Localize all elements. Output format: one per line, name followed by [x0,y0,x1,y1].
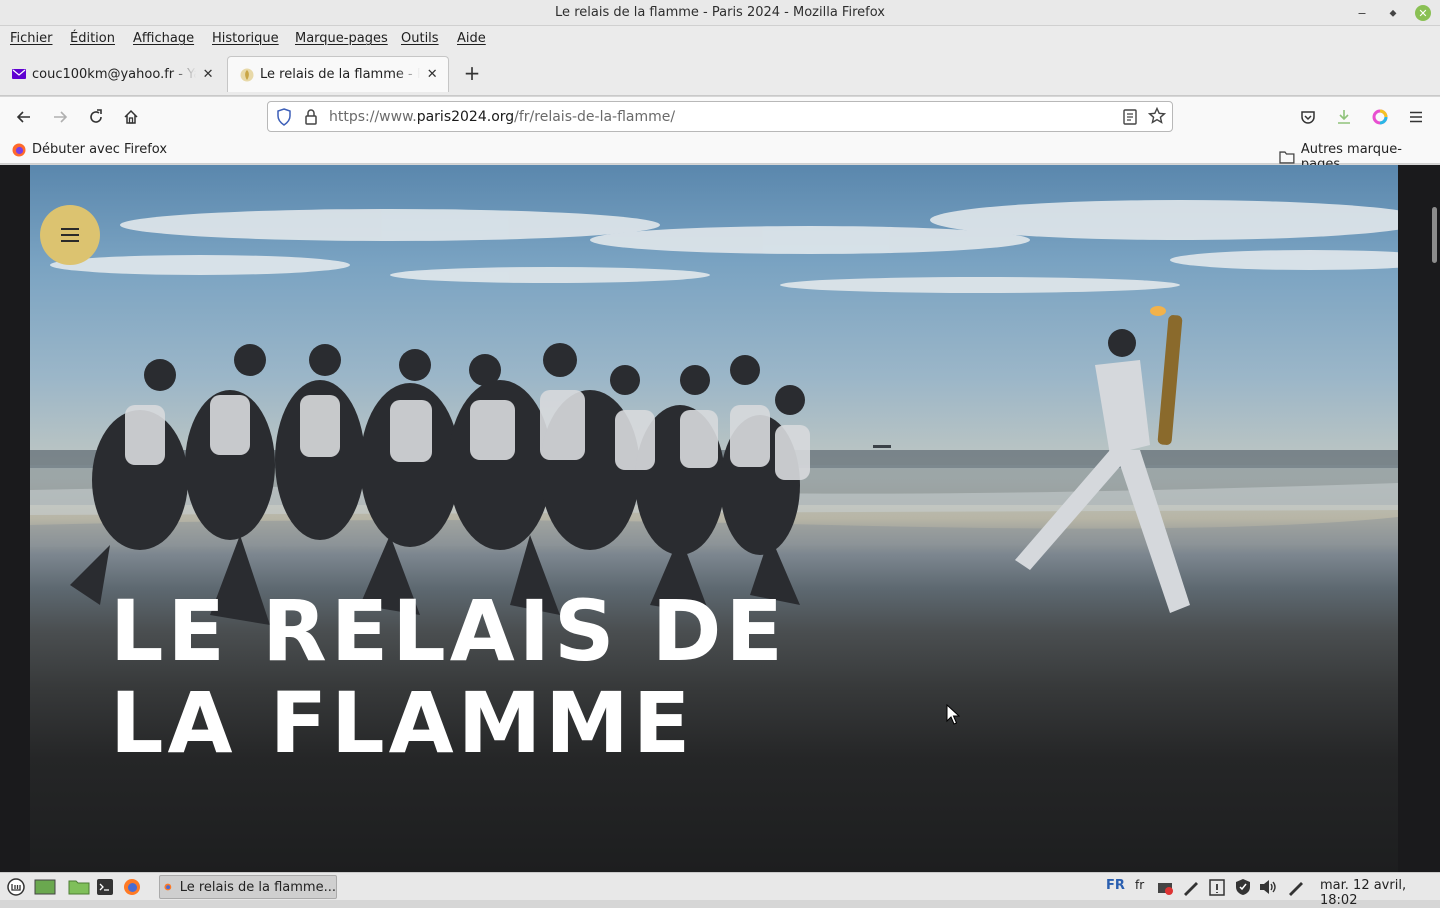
scrollbar-thumb[interactable] [1432,207,1437,263]
taskbar-window-label: Le relais de la flamme... [179,879,336,895]
clipboard-tray[interactable] [1207,877,1227,897]
maximize-button[interactable]: ⬥ [1383,3,1403,23]
terminal-launcher[interactable] [95,877,115,897]
network-icon [1289,882,1303,896]
menu-bar: Fichier Édition Affichage Historique Mar… [0,26,1440,52]
extension-ring-icon [1372,109,1388,125]
hamburger-menu-icon [1410,111,1422,123]
hero-title: LE RELAIS DE LA FLAMME [110,582,787,772]
url-text[interactable]: https://www.paris2024.org/fr/relais-de-l… [329,109,675,125]
security-tray[interactable] [1233,877,1253,897]
tab-label: couc100km@yahoo.fr - Yahoo Mail [32,66,196,82]
clouds [50,200,1398,293]
mint-logo-icon [7,878,25,896]
new-tab-button[interactable]: + [460,61,484,85]
tab-close-icon[interactable]: ✕ [200,67,216,82]
update-shield-icon [1158,883,1173,895]
paris2024-icon [240,68,254,81]
app-menu-button[interactable] [1404,105,1428,129]
menu-affichage[interactable]: Affichage [133,31,194,46]
menu-historique[interactable]: Historique [212,31,279,46]
menu-lines-icon [61,234,79,236]
downloads-button[interactable] [1332,105,1356,129]
address-bar[interactable]: https://www.paris2024.org/fr/relais-de-l… [267,101,1173,132]
folder-icon [1279,151,1295,164]
window-title: Le relais de la flamme - Paris 2024 - Mo… [555,5,885,20]
back-button[interactable] [12,105,36,129]
home-icon [124,109,138,124]
folder-icon [68,880,90,895]
terminal-icon [97,879,113,895]
download-icon [1338,110,1350,124]
tab-strip: couc100km@yahoo.fr - Yahoo Mail ✕ Le rel… [0,52,1440,96]
pocket-icon [1301,111,1315,124]
hero-banner: LE RELAIS DE LA FLAMME [30,165,1398,872]
taskbar-window-firefox[interactable]: Le relais de la flamme... [159,875,337,899]
system-taskbar: Le relais de la flamme... FR fr mar. 12 … [0,872,1440,908]
tracking-shield-icon[interactable] [276,108,292,126]
page-viewport: LE RELAIS DE LA FLAMME [0,165,1440,872]
tab-paris2024[interactable]: Le relais de la flamme - Paris 2024 ✕ [227,56,449,92]
reload-button[interactable] [84,105,108,129]
volume-icon [1260,880,1276,894]
network-tray[interactable] [1286,877,1306,897]
url-scheme: https://www. [329,109,417,125]
show-desktop-button[interactable] [33,877,57,897]
bookmark-label: Débuter avec Firefox [32,142,168,157]
keyboard-layout-indicator[interactable]: FR [1106,878,1125,893]
url-path: /fr/relais-de-la-flamme/ [514,109,676,125]
bookmark-star-icon[interactable] [1148,107,1166,125]
firefox-icon [12,143,26,156]
start-menu-button[interactable] [6,877,26,897]
close-icon: ✕ [1415,5,1431,21]
files-launcher[interactable] [67,877,91,897]
bookmark-debuter-firefox[interactable]: Débuter avec Firefox [12,142,167,157]
mouse-cursor-icon [946,704,960,725]
navigation-toolbar: https://www.paris2024.org/fr/relais-de-l… [0,97,1440,136]
firefox-icon [164,883,172,891]
tab-close-icon[interactable]: ✕ [424,67,440,82]
menu-outils[interactable]: Outils [401,31,439,46]
forward-arrow-icon [54,111,68,123]
back-arrow-icon [16,111,30,123]
menu-fichier[interactable]: Fichier [10,31,53,46]
pocket-button[interactable] [1296,105,1320,129]
clock[interactable]: mar. 12 avril, 18:02 [1320,878,1440,908]
tab-label: Le relais de la flamme - Paris 2024 [260,67,420,82]
firefox-launcher[interactable] [122,877,142,897]
mail-icon [12,69,26,79]
tab-yahoo-mail[interactable]: couc100km@yahoo.fr - Yahoo Mail ✕ [0,56,224,92]
lock-icon[interactable] [304,108,318,126]
extension-button[interactable] [1368,105,1392,129]
menu-edition[interactable]: Édition [70,31,115,46]
desktop-icon [34,879,56,895]
window-titlebar: Le relais de la flamme - Paris 2024 - Mo… [0,0,1440,26]
menu-marque-pages[interactable]: Marque-pages [295,31,388,46]
reader-view-icon[interactable] [1122,108,1138,126]
url-host: paris2024.org [416,109,515,125]
page-scrollbar[interactable] [1428,165,1440,872]
firefox-icon [124,879,140,895]
minimize-button[interactable]: ‒ [1352,3,1372,23]
home-button[interactable] [119,105,143,129]
bookmarks-toolbar: Débuter avec Firefox Autres marque-pages [0,136,1440,172]
reload-icon [90,109,102,123]
menu-aide[interactable]: Aide [457,31,486,46]
shield-icon [1236,879,1250,895]
clipboard-icon [1209,879,1225,896]
close-window-button[interactable]: ✕ [1413,3,1433,23]
language-indicator[interactable]: fr [1135,878,1144,892]
pen-icon [1184,882,1198,896]
forward-button[interactable] [48,105,72,129]
site-menu-button[interactable] [40,205,100,265]
tray-tool[interactable] [1181,877,1201,897]
update-manager-tray[interactable] [1155,877,1175,897]
volume-tray[interactable] [1258,877,1278,897]
